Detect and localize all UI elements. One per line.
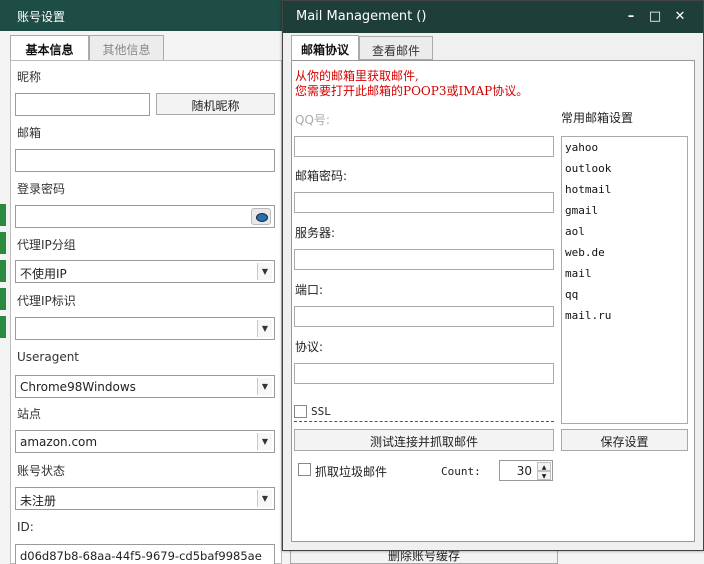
count-value: 30 <box>516 464 532 478</box>
list-item[interactable]: mail.ru <box>565 309 611 322</box>
fetch-junk-label: 抓取垃圾邮件 <box>315 465 388 479</box>
useragent-label: Useragent <box>17 350 80 364</box>
nickname-input[interactable] <box>15 93 150 116</box>
tab-view-mail[interactable]: 查看邮件 <box>359 36 433 60</box>
eye-icon[interactable] <box>251 208 271 225</box>
protocol-input[interactable] <box>294 363 554 384</box>
chevron-down-icon[interactable]: ▼ <box>257 378 272 395</box>
count-label: Count: <box>441 465 481 478</box>
qq-label: QQ号: <box>295 113 330 127</box>
mail-protocol-panel: 从你的邮箱里获取邮件, 您需要打开此邮箱的POOP3或IMAP协议。 QQ号: … <box>291 60 695 542</box>
list-item[interactable]: qq <box>565 288 578 301</box>
list-item[interactable]: aol <box>565 225 585 238</box>
list-item[interactable]: yahoo <box>565 141 598 154</box>
proxy-id-select[interactable]: ▼ <box>15 317 275 340</box>
tab-basic-info[interactable]: 基本信息 <box>10 35 89 61</box>
chevron-up-icon[interactable]: ▲ <box>537 462 551 471</box>
mail-management-window: Mail Management () – □ ✕ 邮箱协议 查看邮件 从你的邮箱… <box>282 0 704 551</box>
port-input[interactable] <box>294 306 554 327</box>
site-value: amazon.com <box>20 435 98 449</box>
tab-other-info[interactable]: 其他信息 <box>89 35 164 61</box>
proxy-group-label: 代理IP分组 <box>17 238 76 252</box>
account-status-value: 未注册 <box>20 494 57 508</box>
proxy-group-select[interactable]: 不使用IP ▼ <box>15 260 275 283</box>
mail-management-titlebar[interactable]: Mail Management () – □ ✕ <box>283 1 703 33</box>
mail-management-title: Mail Management () <box>296 9 427 24</box>
useragent-value: Chrome98Windows <box>20 380 136 394</box>
id-label: ID: <box>17 520 34 534</box>
list-item[interactable]: web.de <box>565 246 605 259</box>
mail-presets-list[interactable]: yahoo outlook hotmail gmail aol web.de m… <box>561 136 688 424</box>
fetch-junk-checkbox[interactable] <box>298 463 311 476</box>
chevron-down-icon[interactable]: ▼ <box>257 263 272 280</box>
mail-password-input[interactable] <box>294 192 554 213</box>
server-label: 服务器: <box>295 226 336 240</box>
nickname-label: 昵称 <box>17 70 42 84</box>
random-nickname-button[interactable]: 随机昵称 <box>156 93 275 115</box>
ssl-label: SSL <box>311 405 331 418</box>
qq-input[interactable] <box>294 136 554 157</box>
password-label: 登录密码 <box>17 182 66 196</box>
protocol-label: 协议: <box>295 340 324 354</box>
list-item[interactable]: hotmail <box>565 183 611 196</box>
email-label: 邮箱 <box>17 126 42 140</box>
email-input[interactable] <box>15 149 275 172</box>
background-row-strip <box>0 204 6 226</box>
minimize-icon[interactable]: – <box>623 9 639 25</box>
save-settings-button[interactable]: 保存设置 <box>561 429 688 451</box>
ssl-checkbox[interactable] <box>294 405 307 418</box>
site-label: 站点 <box>17 407 42 421</box>
proxy-id-label: 代理IP标识 <box>17 294 76 308</box>
list-item[interactable]: mail <box>565 267 592 280</box>
useragent-select[interactable]: Chrome98Windows ▼ <box>15 375 275 398</box>
tab-mail-protocol[interactable]: 邮箱协议 <box>291 35 359 61</box>
background-row-strip <box>0 316 6 338</box>
site-select[interactable]: amazon.com ▼ <box>15 430 275 453</box>
background-row-strip <box>0 260 6 282</box>
port-label: 端口: <box>295 283 324 297</box>
server-input[interactable] <box>294 249 554 270</box>
presets-label: 常用邮箱设置 <box>561 111 634 125</box>
proxy-group-value: 不使用IP <box>20 267 67 281</box>
list-item[interactable]: outlook <box>565 162 611 175</box>
chevron-down-icon[interactable]: ▼ <box>257 320 272 337</box>
count-stepper[interactable]: 30 ▲ ▼ <box>499 460 553 481</box>
id-field[interactable]: d06d87b8-68aa-44f5-9679-cd5baf9985ae <box>15 544 275 564</box>
list-item[interactable]: gmail <box>565 204 598 217</box>
password-input[interactable] <box>15 205 275 228</box>
test-connection-button[interactable]: 测试连接并抓取邮件 <box>294 429 554 451</box>
account-status-label: 账号状态 <box>17 464 66 478</box>
divider <box>294 421 554 422</box>
mail-password-label: 邮箱密码: <box>295 169 348 183</box>
chevron-down-icon[interactable]: ▼ <box>257 490 272 507</box>
chevron-down-icon[interactable]: ▼ <box>537 471 551 480</box>
close-icon[interactable]: ✕ <box>672 9 688 25</box>
account-settings-title: 账号设置 <box>17 10 66 24</box>
chevron-down-icon[interactable]: ▼ <box>257 433 272 450</box>
background-row-strip <box>0 232 6 254</box>
background-row-strip <box>0 288 6 310</box>
maximize-icon[interactable]: □ <box>647 9 663 25</box>
account-status-select[interactable]: 未注册 ▼ <box>15 487 275 510</box>
instruction-note-line2: 您需要打开此邮箱的POOP3或IMAP协议。 <box>295 84 529 98</box>
